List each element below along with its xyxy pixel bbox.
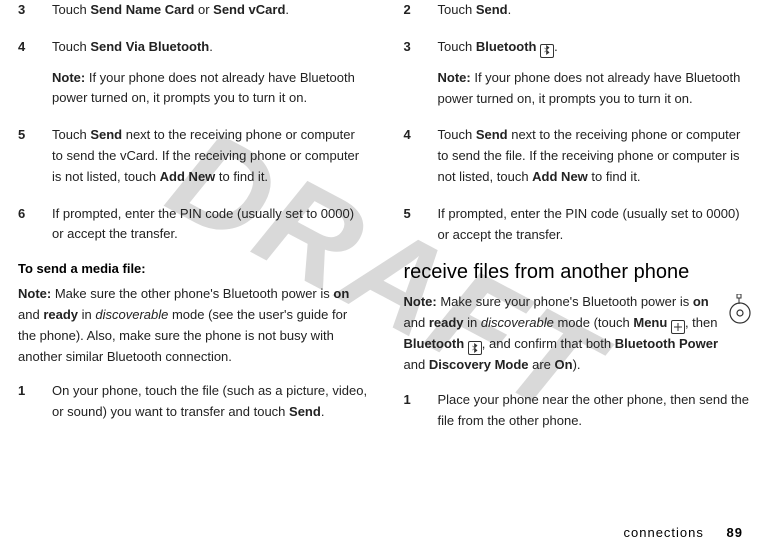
right-column: 2 Touch Send. 3 Touch Bluetooth . Note: … (404, 0, 754, 448)
step-body: Touch Send Via Bluetooth. Note: If your … (52, 37, 368, 109)
step-number: 1 (18, 381, 32, 423)
section-title: receive files from another phone (404, 261, 754, 284)
cmd: Discovery Mode (429, 357, 529, 372)
text: . (508, 2, 512, 17)
bluetooth-icon (540, 44, 554, 58)
step-4: 4 Touch Send Via Bluetooth. Note: If you… (18, 37, 368, 109)
text: . (209, 39, 213, 54)
cmd: Bluetooth (404, 336, 465, 351)
page-number: 89 (727, 525, 743, 540)
step-2: 2 Touch Send. (404, 0, 754, 21)
step-6: 6 If prompted, enter the PIN code (usual… (18, 204, 368, 246)
text: Touch (438, 39, 476, 54)
subheading: To send a media file: (18, 261, 368, 276)
note-text: If your phone does not already have Blue… (438, 70, 741, 106)
cmd: Bluetooth (476, 39, 537, 54)
cmd: Send (289, 404, 321, 419)
step-body: Touch Send. (438, 0, 754, 21)
step-5: 5 If prompted, enter the PIN code (usual… (404, 204, 754, 246)
menu-grid-icon (671, 320, 685, 334)
text: in (78, 307, 95, 322)
step-number: 5 (404, 204, 418, 246)
note-label: Note: (404, 294, 437, 309)
bluetooth-icon (468, 341, 482, 355)
step-body: Touch Send Name Card or Send vCard. (52, 0, 368, 21)
text: Touch (438, 2, 476, 17)
note-label: Note: (18, 286, 51, 301)
text: to find it. (588, 169, 641, 184)
cmd: Send (476, 127, 508, 142)
cmd: Add New (160, 169, 216, 184)
text: , and confirm that both (482, 336, 615, 351)
note-text: If your phone does not already have Blue… (52, 70, 355, 106)
cmd: Send Name Card (90, 2, 194, 17)
italic: discoverable (95, 307, 168, 322)
text: ). (573, 357, 581, 372)
bold: on (693, 294, 709, 309)
step-number: 1 (404, 390, 418, 432)
text: . (321, 404, 325, 419)
text: to find it. (215, 169, 268, 184)
bold: ready (429, 315, 464, 330)
cmd: Send (476, 2, 508, 17)
cmd: Menu (633, 315, 667, 330)
note-label: Note: (438, 70, 471, 85)
step-number: 6 (18, 204, 32, 246)
step-number: 3 (18, 0, 32, 21)
text: . (285, 2, 289, 17)
step-body: Place your phone near the other phone, t… (438, 390, 754, 432)
italic: discoverable (481, 315, 554, 330)
text: and (404, 357, 429, 372)
bold: ready (43, 307, 78, 322)
step-body: Touch Bluetooth . Note: If your phone do… (438, 37, 754, 110)
text: Touch (52, 39, 90, 54)
step-number: 5 (18, 125, 32, 187)
cmd: Bluetooth Power (615, 336, 718, 351)
page-footer: connections 89 (624, 525, 743, 540)
note-paragraph: Note: Make sure the other phone's Blueto… (18, 284, 368, 367)
step-5: 5 Touch Send next to the receiving phone… (18, 125, 368, 187)
step-4: 4 Touch Send next to the receiving phone… (404, 125, 754, 187)
cmd: Add New (532, 169, 588, 184)
text: Touch (438, 127, 476, 142)
text: are (529, 357, 555, 372)
section-label: connections (624, 525, 704, 540)
text: , then (685, 315, 718, 330)
text: Make sure the other phone's Bluetooth po… (51, 286, 333, 301)
cmd: Send Via Bluetooth (90, 39, 209, 54)
step-number: 3 (404, 37, 418, 110)
page-content: 3 Touch Send Name Card or Send vCard. 4 … (0, 0, 771, 448)
step-body: On your phone, touch the file (such as a… (52, 381, 368, 423)
text: and (18, 307, 43, 322)
step-body: If prompted, enter the PIN code (usually… (52, 204, 368, 246)
media-disc-icon (727, 294, 753, 331)
step-body: If prompted, enter the PIN code (usually… (438, 204, 754, 246)
step-number: 4 (404, 125, 418, 187)
text: . (554, 39, 558, 54)
text: and (404, 315, 429, 330)
cmd: On (555, 357, 573, 372)
cmd: Send vCard (213, 2, 285, 17)
text: Touch (52, 127, 90, 142)
cmd: Send (90, 127, 122, 142)
step-1: 1 On your phone, touch the file (such as… (18, 381, 368, 423)
step-number: 4 (18, 37, 32, 109)
step-3: 3 Touch Send Name Card or Send vCard. (18, 0, 368, 21)
left-column: 3 Touch Send Name Card or Send vCard. 4 … (18, 0, 368, 448)
text: Make sure your phone's Bluetooth power i… (437, 294, 693, 309)
text: in (464, 315, 481, 330)
step-body: Touch Send next to the receiving phone o… (438, 125, 754, 187)
step-1: 1 Place your phone near the other phone,… (404, 390, 754, 432)
text: Touch (52, 2, 90, 17)
step-number: 2 (404, 0, 418, 21)
step-3: 3 Touch Bluetooth . Note: If your phone … (404, 37, 754, 110)
text: mode (touch (554, 315, 634, 330)
note-label: Note: (52, 70, 85, 85)
step-body: Touch Send next to the receiving phone o… (52, 125, 368, 187)
bold: on (333, 286, 349, 301)
text: or (194, 2, 213, 17)
note-paragraph: Note: Make sure your phone's Bluetooth p… (404, 292, 754, 376)
